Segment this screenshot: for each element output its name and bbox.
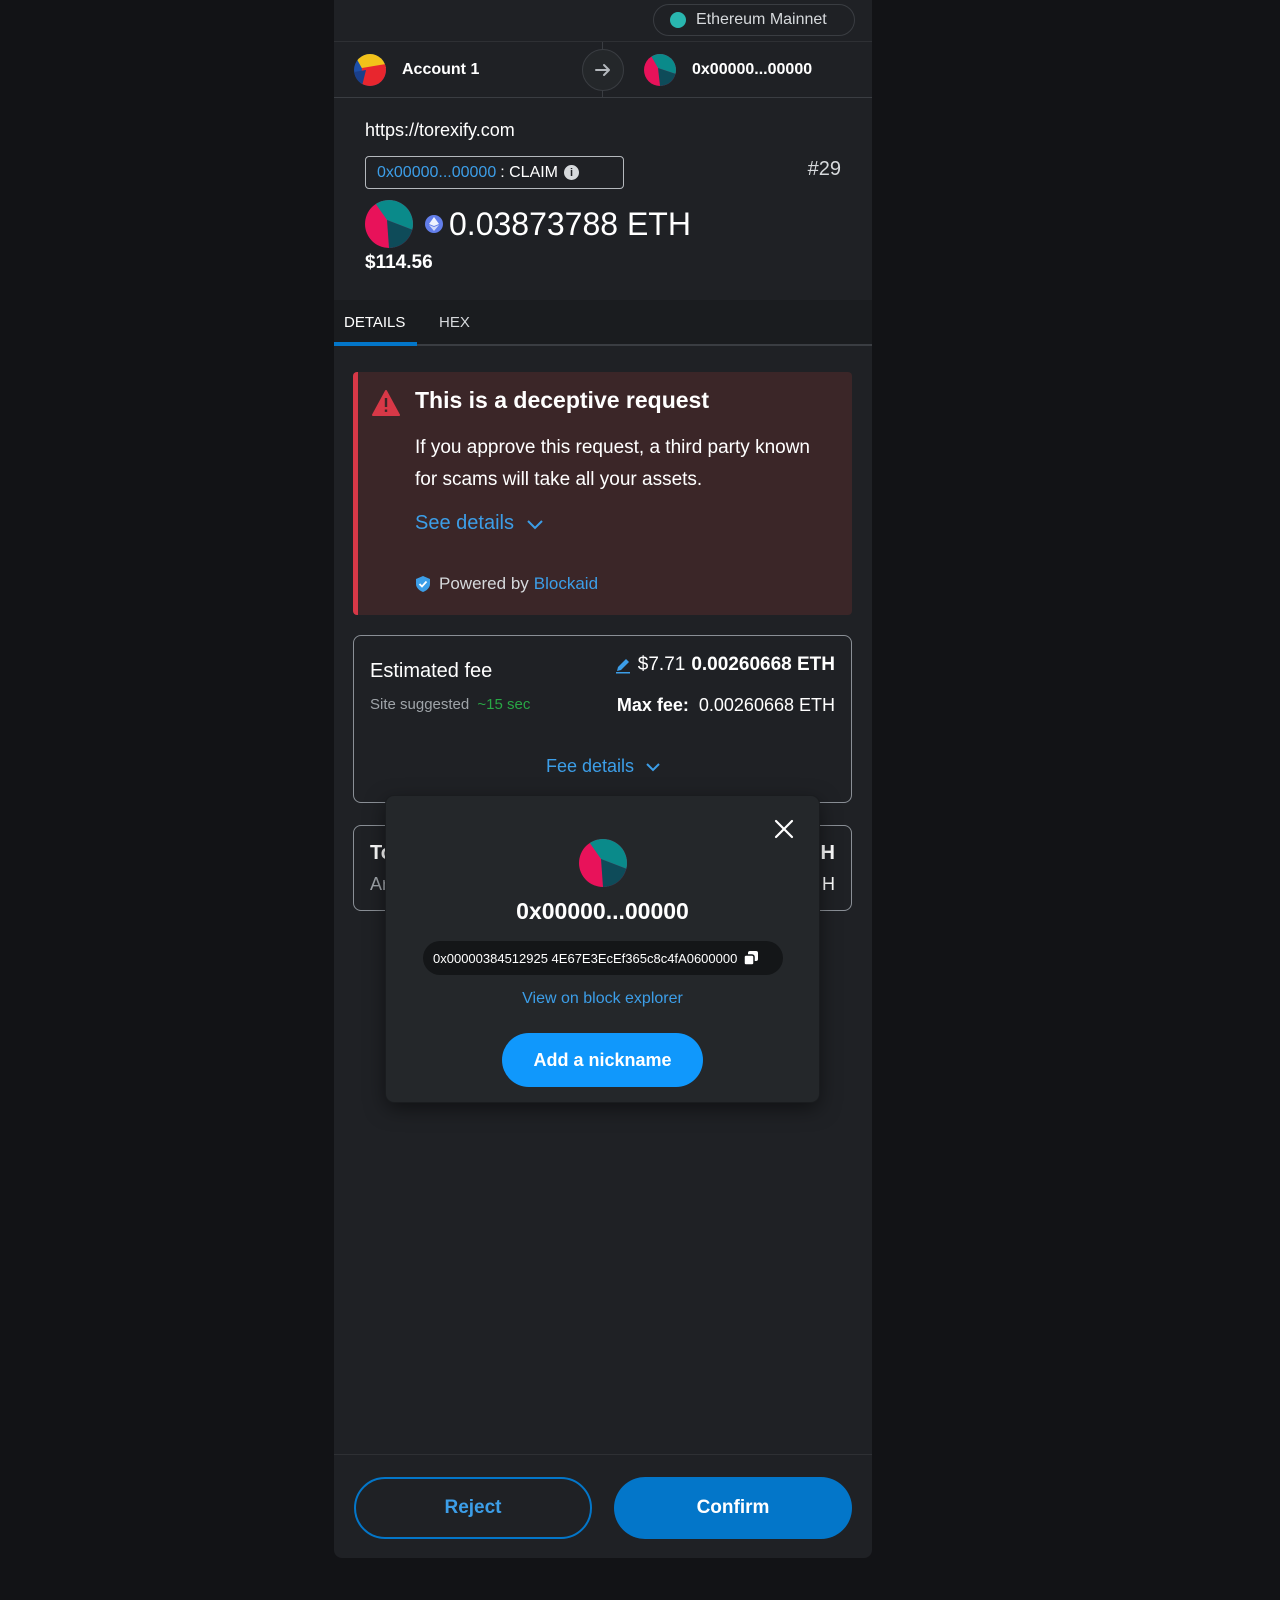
add-nickname-button[interactable]: Add a nickname bbox=[502, 1033, 703, 1087]
fee-details-link[interactable]: Fee details bbox=[354, 756, 853, 777]
blockaid-link[interactable]: Blockaid bbox=[534, 574, 598, 594]
network-name: Ethereum Mainnet bbox=[696, 11, 827, 28]
full-address-pill[interactable]: 0x00000384512925 4E67E3EcEf365c8c4fA0600… bbox=[423, 941, 783, 975]
footer: Reject Confirm bbox=[334, 1454, 872, 1558]
wallet-window: Ethereum Mainnet Account 1 0x00000...000… bbox=[334, 0, 872, 1558]
nonce: #29 bbox=[807, 158, 841, 180]
amount-row: 0.03873788 ETH bbox=[365, 200, 691, 248]
fee-details-label: Fee details bbox=[545, 756, 635, 776]
method-name: : CLAIM bbox=[500, 163, 559, 181]
fee-eth: 0.00260668 ETH bbox=[691, 654, 835, 675]
full-address: 0x00000384512925 4E67E3EcEf365c8c4fA0600… bbox=[433, 950, 738, 966]
from-account[interactable]: Account 1 bbox=[354, 54, 479, 86]
fee-time: ~15 sec bbox=[477, 696, 531, 713]
see-details-link[interactable]: See details bbox=[415, 512, 544, 535]
close-icon[interactable] bbox=[773, 818, 795, 840]
alert-message: If you approve this request, a third par… bbox=[415, 437, 810, 490]
fee-fiat: $7.71 bbox=[637, 654, 686, 675]
max-amount-partial: H bbox=[822, 874, 835, 894]
tab-details[interactable]: DETAILS bbox=[344, 314, 405, 331]
site-suggested-label: Site suggested bbox=[370, 696, 470, 713]
account-row: Account 1 0x00000...00000 bbox=[334, 42, 872, 98]
shield-check-icon bbox=[416, 576, 430, 592]
max-fee-value: 0.00260668 ETH bbox=[698, 695, 835, 715]
edit-gas-icon[interactable] bbox=[614, 656, 632, 674]
active-tab-indicator bbox=[334, 342, 417, 346]
fee-source: Site suggested ~15 sec bbox=[370, 696, 530, 713]
max-fee: Max fee: 0.00260668 ETH bbox=[617, 695, 835, 716]
account-avatar bbox=[354, 54, 386, 86]
fee-amount: $7.71 0.00260668 ETH bbox=[614, 654, 835, 676]
network-selector[interactable]: Ethereum Mainnet bbox=[653, 4, 855, 36]
confirm-button[interactable]: Confirm bbox=[614, 1477, 852, 1539]
copy-icon[interactable] bbox=[743, 950, 759, 966]
network-bar: Ethereum Mainnet bbox=[334, 0, 872, 42]
to-account[interactable]: 0x00000...00000 bbox=[644, 54, 812, 86]
max-fee-label: Max fee: bbox=[616, 695, 689, 715]
security-alert: This is a deceptive request If you appro… bbox=[353, 372, 852, 615]
powered-by-label: Powered by bbox=[439, 574, 529, 593]
arrow-right-icon bbox=[582, 49, 624, 91]
chevron-down-icon bbox=[527, 519, 543, 529]
warning-icon bbox=[372, 390, 400, 421]
alert-title: This is a deceptive request bbox=[415, 387, 710, 413]
site-origin: https://torexify.com bbox=[365, 120, 515, 140]
recipient-avatar-popover bbox=[579, 839, 627, 887]
ethereum-icon bbox=[425, 215, 443, 233]
network-dot-icon bbox=[670, 12, 686, 28]
from-account-label: Account 1 bbox=[402, 61, 480, 78]
contract-address-link[interactable]: 0x00000...00000 bbox=[377, 164, 496, 182]
info-icon[interactable]: i bbox=[564, 165, 580, 180]
total-value-partial: H bbox=[820, 842, 835, 864]
contract-method-badge: 0x00000...00000 : CLAIM i bbox=[365, 156, 624, 189]
transaction-amount: 0.03873788 ETH bbox=[449, 205, 691, 242]
recipient-avatar-large bbox=[365, 200, 413, 248]
tab-bar: DETAILS HEX bbox=[334, 300, 872, 346]
recipient-avatar bbox=[644, 54, 676, 86]
fiat-amount: $114.56 bbox=[365, 252, 433, 273]
reject-button[interactable]: Reject bbox=[354, 1477, 592, 1539]
powered-by: Powered by Blockaid bbox=[415, 574, 598, 594]
tab-hex[interactable]: HEX bbox=[439, 314, 470, 331]
estimated-fee-label: Estimated fee bbox=[370, 660, 493, 682]
popover-address-name: 0x00000...00000 bbox=[516, 898, 689, 924]
to-account-label: 0x00000...00000 bbox=[692, 61, 813, 78]
fee-box: Estimated fee Site suggested ~15 sec $7.… bbox=[353, 635, 852, 803]
block-explorer-link[interactable]: View on block explorer bbox=[386, 990, 819, 1008]
see-details-label: See details bbox=[415, 512, 514, 534]
chevron-down-icon bbox=[646, 763, 660, 772]
address-popover: 0x00000...00000 0x00000384512925 4E67E3E… bbox=[386, 796, 819, 1102]
